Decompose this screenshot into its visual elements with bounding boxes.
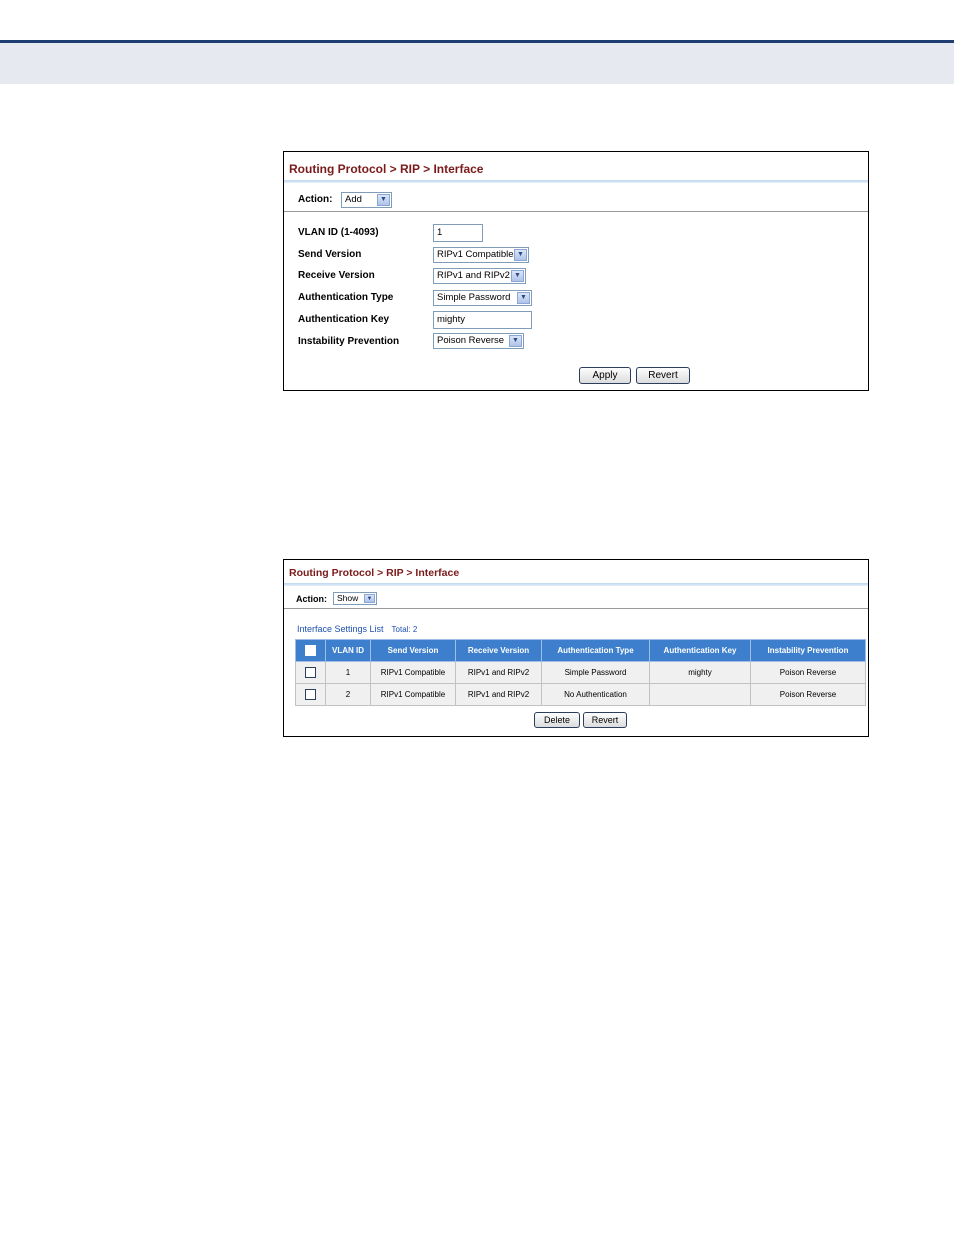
- action-select-value: Show: [337, 593, 359, 603]
- delete-button[interactable]: Delete: [534, 712, 580, 728]
- table-cell: [649, 683, 751, 706]
- action-label: Action:: [296, 594, 327, 604]
- total-count: Total: 2: [391, 625, 418, 634]
- apply-button[interactable]: Apply: [579, 367, 631, 384]
- revert-button[interactable]: Revert: [636, 367, 690, 384]
- send-version-label: Send Version: [298, 249, 362, 260]
- table-cell: RIPv1 and RIPv2: [455, 683, 542, 706]
- breadcrumb: Routing Protocol > RIP > Interface: [289, 567, 460, 579]
- receive-version-value: RIPv1 and RIPv2: [437, 270, 510, 281]
- column-header: Send Version: [370, 639, 456, 662]
- authentication-key-input[interactable]: mighty: [433, 311, 532, 329]
- interface-settings-table: VLAN ID Send Version Receive Version Aut…: [295, 639, 866, 706]
- receive-version-label: Receive Version: [298, 270, 375, 281]
- table-cell: RIPv1 Compatible: [370, 661, 456, 684]
- table-cell: RIPv1 and RIPv2: [455, 661, 542, 684]
- column-header: Instability Prevention: [750, 639, 866, 662]
- column-header: Authentication Key: [649, 639, 751, 662]
- column-header: Receive Version: [455, 639, 542, 662]
- list-title: Interface Settings List Total: 2: [297, 624, 417, 634]
- chevron-down-icon: ▼: [514, 249, 527, 261]
- receive-version-select[interactable]: RIPv1 and RIPv2 ▼: [433, 268, 526, 284]
- checkbox-icon: [305, 667, 316, 678]
- action-select-value: Add: [345, 194, 362, 205]
- checkbox-icon: [305, 645, 316, 656]
- rip-interface-add-panel: Routing Protocol > RIP > Interface Actio…: [283, 151, 869, 391]
- table-row: 1 RIPv1 Compatible RIPv1 and RIPv2 Simpl…: [295, 661, 866, 684]
- table-cell: No Authentication: [541, 683, 650, 706]
- table-row: 2 RIPv1 Compatible RIPv1 and RIPv2 No Au…: [295, 683, 866, 706]
- section-divider: [284, 211, 868, 212]
- vlan-id-label: VLAN ID (1-4093): [298, 227, 379, 238]
- table-cell: RIPv1 Compatible: [370, 683, 456, 706]
- table-cell: Poison Reverse: [750, 683, 866, 706]
- authentication-type-label: Authentication Type: [298, 292, 394, 303]
- instability-prevention-value: Poison Reverse: [437, 335, 505, 346]
- select-all-checkbox[interactable]: [295, 639, 326, 662]
- row-checkbox[interactable]: [295, 661, 326, 684]
- chevron-down-icon: ▼: [509, 335, 522, 347]
- column-header: VLAN ID: [325, 639, 371, 662]
- chevron-down-icon: ▼: [377, 194, 390, 206]
- table-header-row: VLAN ID Send Version Receive Version Aut…: [295, 639, 866, 662]
- send-version-select[interactable]: RIPv1 Compatible ▼: [433, 247, 529, 263]
- table-cell: Simple Password: [541, 661, 650, 684]
- revert-button[interactable]: Revert: [583, 712, 627, 728]
- breadcrumb-divider: [284, 180, 868, 183]
- action-label: Action:: [298, 194, 333, 205]
- chevron-down-icon: ▼: [517, 292, 530, 304]
- header-band: [0, 43, 954, 84]
- action-select[interactable]: Show ▼: [333, 592, 377, 605]
- chevron-down-icon: ▼: [511, 270, 524, 282]
- action-select[interactable]: Add ▼: [341, 192, 392, 208]
- table-cell: Poison Reverse: [750, 661, 866, 684]
- authentication-key-label: Authentication Key: [298, 314, 390, 325]
- table-cell: 1: [325, 661, 371, 684]
- column-header: Authentication Type: [541, 639, 650, 662]
- chevron-down-icon: ▼: [364, 594, 375, 603]
- instability-prevention-select[interactable]: Poison Reverse ▼: [433, 333, 524, 349]
- instability-prevention-label: Instability Prevention: [298, 336, 400, 347]
- vlan-id-input[interactable]: 1: [433, 224, 483, 242]
- breadcrumb: Routing Protocol > RIP > Interface: [289, 162, 484, 176]
- authentication-type-select[interactable]: Simple Password ▼: [433, 290, 532, 306]
- send-version-value: RIPv1 Compatible: [437, 249, 514, 260]
- section-divider: [284, 608, 868, 609]
- checkbox-icon: [305, 689, 316, 700]
- authentication-type-value: Simple Password: [437, 292, 511, 303]
- table-cell: 2: [325, 683, 371, 706]
- breadcrumb-divider: [284, 583, 868, 586]
- rip-interface-show-panel: Routing Protocol > RIP > Interface Actio…: [283, 559, 869, 737]
- row-checkbox[interactable]: [295, 683, 326, 706]
- list-title-text: Interface Settings List: [297, 624, 384, 634]
- table-cell: mighty: [649, 661, 751, 684]
